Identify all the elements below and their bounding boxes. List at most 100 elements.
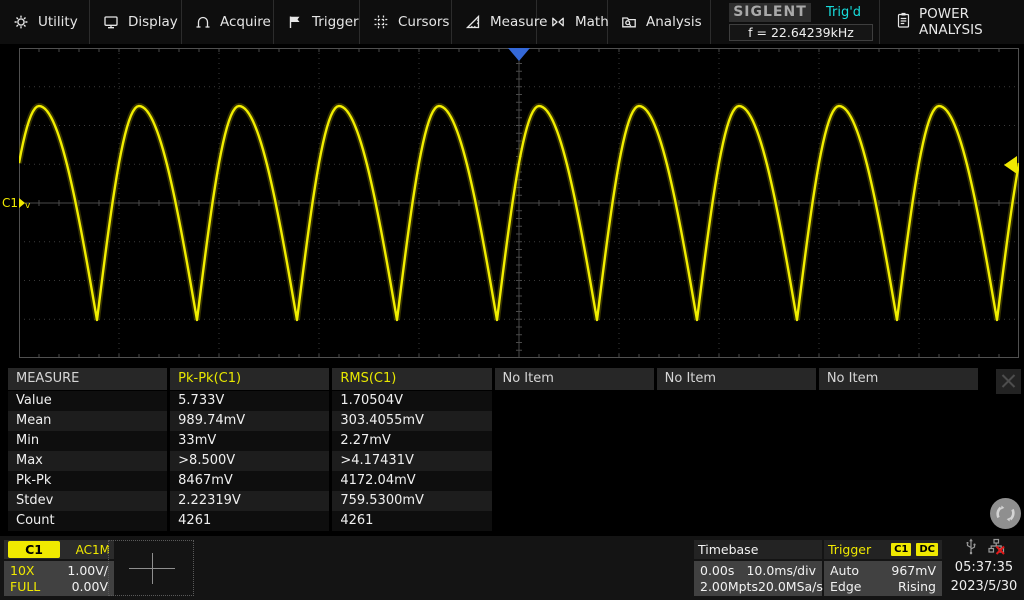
menu-item-trigger[interactable]: Trigger — [274, 0, 360, 44]
row-label: Value — [8, 391, 168, 411]
trigger-level-marker[interactable] — [1004, 156, 1017, 174]
measure-icon — [465, 14, 481, 30]
measure-header-rms[interactable]: RMS(C1) — [332, 368, 492, 390]
row-value: >8.500V — [170, 451, 330, 471]
trigger-source-badge: C1 — [891, 543, 912, 556]
table-row-count: Count 4261 4261 — [8, 511, 978, 531]
trigger-flag-icon — [287, 14, 303, 30]
bottom-status-bar: C1 AC1M 10X 1.00V/ FULL 0.00V Timebase 0… — [0, 536, 1024, 600]
volts-per-div: 1.00V/ — [67, 562, 108, 578]
trigger-slope: Rising — [897, 579, 936, 595]
measure-table-header: MEASURE Pk-Pk(C1) RMS(C1) No Item No Ite… — [8, 368, 978, 390]
menu-item-label: Analysis — [646, 14, 702, 30]
measure-table: MEASURE Pk-Pk(C1) RMS(C1) No Item No Ite… — [8, 368, 978, 531]
row-value: >4.17431V — [332, 451, 492, 471]
menu-bar: Utility Display Acquire Trigger Cursors … — [0, 0, 1024, 44]
menu-item-label: Cursors — [398, 14, 450, 30]
channel-marker-sub: v — [25, 201, 31, 211]
cursors-icon — [373, 14, 389, 30]
menu-item-math[interactable]: Math — [537, 0, 609, 44]
row-value: 4172.04mV — [332, 471, 492, 491]
channel-c1-offset-marker[interactable]: C1 v — [2, 195, 30, 211]
analysis-icon — [621, 14, 637, 30]
power-analysis-label: POWER ANALYSIS — [919, 6, 983, 38]
math-icon — [550, 14, 566, 30]
row-label: Min — [8, 431, 168, 451]
measure-close-button[interactable] — [996, 369, 1021, 394]
trigger-coupling-badge: DC — [916, 543, 938, 556]
status-area: 05:37:35 2023/5/30 — [946, 538, 1022, 596]
table-row-max: Max >8.500V >4.17431V — [8, 451, 978, 471]
measure-header-title: MEASURE — [8, 368, 168, 390]
row-label: Mean — [8, 411, 168, 431]
acquire-icon — [195, 14, 211, 30]
row-value: 989.74mV — [170, 411, 330, 431]
menu-item-label: Display — [128, 14, 178, 30]
lan-disconnected-icon — [987, 538, 1005, 559]
menu-item-label: Math — [575, 14, 609, 30]
brand-cluster: SIGLENT Trig'd f = 22.64239kHz — [729, 0, 873, 44]
row-value: 759.5300mV — [332, 491, 492, 511]
channel-marker-label: C1 — [2, 196, 19, 210]
row-value: 33mV — [170, 431, 330, 451]
menu-item-display[interactable]: Display — [90, 0, 182, 44]
trigger-mode: Auto — [830, 562, 860, 578]
row-value: 1.70504V — [332, 391, 492, 411]
channel-1-descriptor[interactable]: C1 AC1M 10X 1.00V/ FULL 0.00V — [4, 540, 114, 596]
table-row-stdev: Stdev 2.22319V 759.5300mV — [8, 491, 978, 511]
row-value: 8467mV — [170, 471, 330, 491]
row-label: Max — [8, 451, 168, 471]
probe-attenuation: 10X — [10, 562, 35, 578]
memory-depth: 2.00Mpts — [700, 579, 758, 595]
table-row-value: Value 5.733V 1.70504V — [8, 391, 978, 411]
menu-item-label: Trigger — [312, 14, 359, 30]
power-analysis-button[interactable]: POWER ANALYSIS — [879, 0, 1024, 44]
timebase-delay: 0.00s — [700, 562, 735, 578]
channel-coupling: AC1M — [75, 542, 110, 557]
table-row-mean: Mean 989.74mV 303.4055mV — [8, 411, 978, 431]
trigger-level: 967mV — [891, 562, 936, 578]
display-icon — [103, 14, 119, 30]
measure-header-pkpk[interactable]: Pk-Pk(C1) — [170, 368, 330, 390]
timebase-scale: 10.0ms/div — [746, 562, 816, 578]
row-value: 4261 — [332, 511, 492, 531]
waveform-display — [16, 47, 1022, 359]
table-row-pkpk: Pk-Pk 8467mV 4172.04mV — [8, 471, 978, 491]
bandwidth-limit: FULL — [10, 579, 41, 595]
gear-icon — [13, 14, 29, 30]
row-value: 303.4055mV — [332, 411, 492, 431]
clock-time: 05:37:35 — [954, 560, 1014, 575]
row-value: 2.22319V — [170, 491, 330, 511]
trigger-status: Trig'd — [825, 5, 862, 20]
siglent-logo: SIGLENT — [729, 3, 811, 22]
menu-item-label: Acquire — [220, 14, 271, 30]
history-loop-button[interactable] — [989, 497, 1022, 530]
measure-header-noitem-3[interactable]: No Item — [818, 368, 978, 390]
trigger-panel[interactable]: Trigger C1 DC Auto 967mV Edge Rising — [824, 540, 942, 596]
trigger-title: Trigger — [828, 542, 872, 557]
row-value: 4261 — [170, 511, 330, 531]
channel-offset: 0.00V — [71, 579, 108, 595]
frequency-counter: f = 22.64239kHz — [729, 24, 873, 41]
clock-date: 2023/5/30 — [950, 579, 1018, 594]
row-label: Stdev — [8, 491, 168, 511]
channel-badge-c1[interactable]: C1 — [8, 541, 60, 558]
oscilloscope-screen: Utility Display Acquire Trigger Cursors … — [0, 0, 1024, 600]
trigger-position-marker[interactable] — [508, 48, 530, 61]
row-label: Count — [8, 511, 168, 531]
menu-item-acquire[interactable]: Acquire — [182, 0, 274, 44]
menu-item-analysis[interactable]: Analysis — [608, 0, 711, 44]
measure-header-noitem-2[interactable]: No Item — [656, 368, 816, 390]
channel-placeholder-box[interactable] — [108, 540, 194, 596]
menu-item-utility[interactable]: Utility — [0, 0, 90, 44]
clipboard-icon — [896, 12, 911, 33]
row-value: 5.733V — [170, 391, 330, 411]
menu-item-measure[interactable]: Measure — [452, 0, 547, 44]
menu-item-cursors[interactable]: Cursors — [360, 0, 452, 44]
trigger-type: Edge — [830, 579, 862, 595]
measure-header-noitem-1[interactable]: No Item — [494, 368, 654, 390]
table-row-min: Min 33mV 2.27mV — [8, 431, 978, 451]
timebase-panel[interactable]: Timebase 0.00s 10.0ms/div 2.00Mpts 20.0M… — [694, 540, 823, 596]
sample-rate: 20.0MSa/s — [757, 579, 823, 595]
timebase-title: Timebase — [698, 542, 759, 557]
